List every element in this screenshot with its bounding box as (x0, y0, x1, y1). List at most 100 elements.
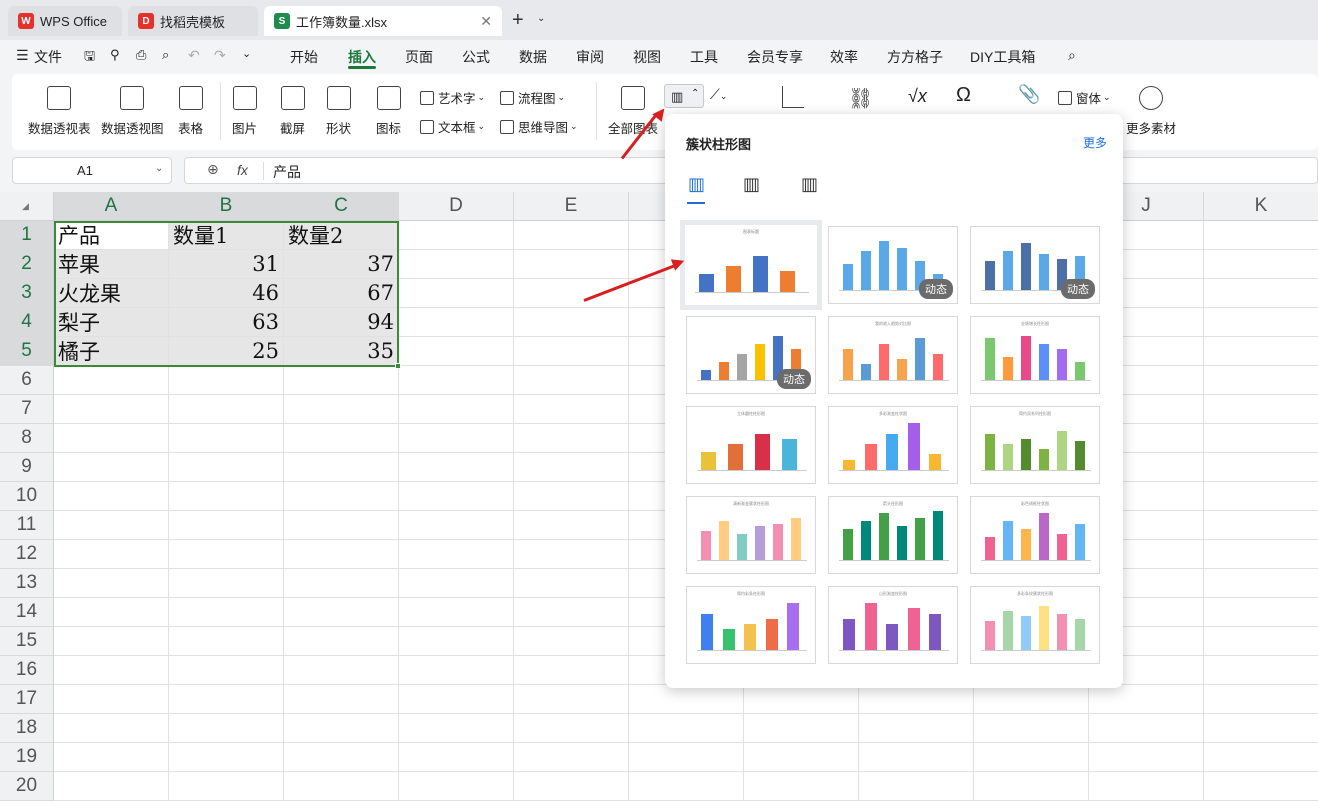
cell[interactable] (54, 453, 169, 482)
cell[interactable] (284, 685, 399, 714)
row-header-18[interactable]: 18 (0, 714, 54, 743)
cell[interactable] (399, 685, 514, 714)
row-header-19[interactable]: 19 (0, 743, 54, 772)
menu-view[interactable]: 视图 (633, 47, 661, 67)
chart-template-thumbnail[interactable]: 多彩渐变柱状图 (828, 406, 958, 484)
cell[interactable] (169, 540, 284, 569)
menu-data[interactable]: 数据 (519, 47, 547, 67)
close-tab-icon[interactable]: ✕ (480, 13, 492, 30)
art-text-button[interactable]: 艺术字 ⌄ (420, 88, 485, 107)
cell[interactable] (1204, 221, 1318, 250)
function-icon[interactable]: fx (237, 162, 248, 178)
chart-template-thumbnail[interactable]: 彩色线框柱状图 (970, 496, 1100, 574)
cell[interactable] (514, 308, 629, 337)
window-button[interactable]: 窗体 ⌄ (1058, 88, 1111, 107)
cell[interactable] (629, 772, 744, 801)
fill-handle[interactable] (395, 363, 401, 369)
cell[interactable] (399, 772, 514, 801)
cell[interactable] (54, 714, 169, 743)
cell[interactable] (399, 627, 514, 656)
cell[interactable] (284, 453, 399, 482)
all-charts-button[interactable]: 全部图表 (608, 86, 658, 137)
cell[interactable]: 31 (169, 250, 284, 279)
cell[interactable] (284, 743, 399, 772)
cell[interactable] (1204, 250, 1318, 279)
menu-diy-toolbox[interactable]: DIY工具箱 (970, 47, 1035, 67)
cell[interactable] (1204, 453, 1318, 482)
sparkline-icon[interactable] (782, 86, 804, 108)
cell[interactable] (1204, 279, 1318, 308)
cell[interactable] (399, 511, 514, 540)
cell[interactable]: 数量2 (284, 221, 399, 250)
new-tab-icon[interactable]: + (512, 9, 524, 32)
chevron-down-icon[interactable]: ⌄ (537, 13, 545, 24)
tab-docer-templates[interactable]: D 找稻壳模板 (128, 6, 258, 36)
cell[interactable] (54, 627, 169, 656)
shape-button[interactable]: 形状 (326, 86, 351, 137)
chart-template-thumbnail[interactable]: 我的收入趋势对比图 (828, 316, 958, 394)
cell[interactable] (1204, 511, 1318, 540)
cell[interactable] (54, 685, 169, 714)
pivot-chart-button[interactable]: 数据透视图 (101, 86, 164, 137)
cell[interactable] (514, 424, 629, 453)
cell[interactable] (514, 366, 629, 395)
cell[interactable] (399, 424, 514, 453)
cell[interactable] (284, 366, 399, 395)
cell[interactable] (399, 540, 514, 569)
cell[interactable] (514, 714, 629, 743)
cell[interactable]: 37 (284, 250, 399, 279)
cell[interactable] (974, 714, 1089, 743)
cell[interactable] (1089, 772, 1204, 801)
cell[interactable] (54, 511, 169, 540)
row-header-10[interactable]: 10 (0, 482, 54, 511)
cell[interactable] (514, 772, 629, 801)
search-icon[interactable]: ⌕ (1068, 47, 1076, 64)
column-chart-dropdown-button[interactable]: ▥ ⌃ (664, 84, 704, 108)
cell[interactable] (169, 569, 284, 598)
cell[interactable] (514, 743, 629, 772)
cell[interactable] (744, 743, 859, 772)
stacked-column-tab-icon[interactable]: ▥ (743, 174, 760, 195)
row-header-13[interactable]: 13 (0, 569, 54, 598)
cell[interactable] (1204, 627, 1318, 656)
cell[interactable] (169, 685, 284, 714)
column-header-k[interactable]: K (1204, 192, 1318, 221)
cell[interactable] (1204, 569, 1318, 598)
cell[interactable] (169, 743, 284, 772)
row-header-6[interactable]: 6 (0, 366, 54, 395)
cell[interactable] (514, 221, 629, 250)
row-header-15[interactable]: 15 (0, 627, 54, 656)
cell[interactable]: 橘子 (54, 337, 169, 366)
cell[interactable] (629, 685, 744, 714)
cell[interactable] (974, 743, 1089, 772)
cell[interactable] (1204, 598, 1318, 627)
chart-template-thumbnail[interactable]: 业绩增长柱形图 (970, 316, 1100, 394)
cell[interactable] (54, 598, 169, 627)
cell[interactable] (629, 743, 744, 772)
attachment-icon[interactable]: 📎 (1018, 84, 1040, 105)
cell[interactable] (169, 656, 284, 685)
row-header-9[interactable]: 9 (0, 453, 54, 482)
menu-tools[interactable]: 工具 (690, 47, 718, 67)
menu-formula[interactable]: 公式 (462, 47, 490, 67)
cell[interactable] (284, 627, 399, 656)
cell[interactable]: 梨子 (54, 308, 169, 337)
row-header-3[interactable]: 3 (0, 279, 54, 308)
menu-review[interactable]: 审阅 (576, 47, 604, 67)
cell[interactable] (399, 453, 514, 482)
picture-button[interactable]: 图片 (232, 86, 257, 137)
cell[interactable] (284, 598, 399, 627)
cell[interactable] (399, 308, 514, 337)
tab-workbook[interactable]: S 工作簿数量.xlsx ✕ (264, 6, 502, 36)
row-header-20[interactable]: 20 (0, 772, 54, 801)
cell[interactable]: 35 (284, 337, 399, 366)
undo-icon[interactable]: ↶ (188, 47, 200, 64)
chart-template-thumbnail[interactable]: 清新渐变簇状柱形图 (686, 496, 816, 574)
cell[interactable] (399, 656, 514, 685)
cell[interactable] (744, 772, 859, 801)
cell[interactable] (169, 511, 284, 540)
row-header-17[interactable]: 17 (0, 685, 54, 714)
menu-member[interactable]: 会员专享 (747, 47, 803, 67)
cell[interactable] (169, 395, 284, 424)
menu-insert[interactable]: 插入 (348, 47, 376, 67)
